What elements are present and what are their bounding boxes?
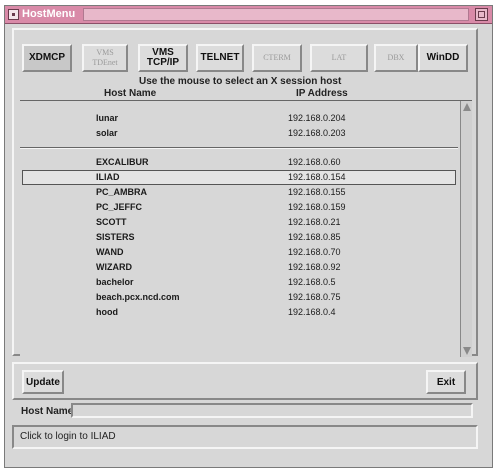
instruction-text: Use the mouse to select an X session hos… [139,76,342,87]
host-row[interactable]: bachelor 192.168.0.5 [20,275,458,290]
host-name-cell: SISTERS [96,232,135,242]
host-name-cell: lunar [96,113,119,123]
exit-button[interactable]: Exit [426,370,466,394]
window-menu-icon[interactable] [8,9,19,20]
protocol-button-dbx: DBX [374,44,418,72]
host-name-cell: PC_JEFFC [96,202,143,212]
list-separator [20,147,458,149]
host-name-cell: SCOTT [96,217,127,227]
host-selection-panel: XDMCP VMS TDEnet VMS TCP/IP TELNET CTERM LAT DBX… [12,28,478,357]
host-row[interactable]: EXCALIBUR 192.168.0.60 [20,155,458,170]
update-button[interactable]: Update [22,370,64,394]
list-scrollbar[interactable] [460,101,472,357]
protocol-button-lat: LAT [310,44,368,72]
host-row[interactable]: solar 192.168.0.203 [20,126,458,141]
host-row[interactable]: WIZARD 192.168.0.92 [20,260,458,275]
host-name-cell: beach.pcx.ncd.com [96,292,180,302]
host-name-label: Host Name [21,406,74,417]
scroll-down-arrow-icon[interactable] [463,347,471,355]
action-panel: Update Exit [12,362,478,400]
title-bar[interactable]: HostMenu [5,6,492,24]
ip-address-cell: 192.168.0.5 [288,277,336,287]
host-row[interactable]: WAND 192.168.0.70 [20,245,458,260]
maximize-icon[interactable] [475,8,488,21]
host-row[interactable]: PC_AMBRA 192.168.0.155 [20,185,458,200]
column-header-host-name: Host Name [104,88,157,99]
host-name-input[interactable] [71,403,473,418]
host-row[interactable]: beach.pcx.ncd.com 192.168.0.75 [20,290,458,305]
protocol-button-xdmcp[interactable]: XDMCP [22,44,72,72]
host-name-cell: PC_AMBRA [96,187,148,197]
host-name-cell: WIZARD [96,262,132,272]
host-row[interactable]: hood 192.168.0.4 [20,305,458,320]
host-name-cell: EXCALIBUR [96,157,149,167]
host-name-cell: bachelor [96,277,134,287]
host-row-selected[interactable]: ILIAD 192.168.0.154 [22,170,456,185]
host-row[interactable]: SCOTT 192.168.0.21 [20,215,458,230]
column-header-ip-address: IP Address [296,88,348,99]
protocol-button-vms-tcpip[interactable]: VMS TCP/IP [138,44,188,72]
ip-address-cell: 192.168.0.75 [288,292,341,302]
ip-address-cell: 192.168.0.60 [288,157,341,167]
host-row[interactable]: SISTERS 192.168.0.85 [20,230,458,245]
host-row[interactable]: lunar 192.168.0.204 [20,111,458,126]
ip-address-cell: 192.168.0.85 [288,232,341,242]
host-name-cell: ILIAD [96,172,120,182]
ip-address-cell: 192.168.0.155 [288,187,346,197]
ip-address-cell: 192.168.0.159 [288,202,346,212]
ip-address-cell: 192.168.0.92 [288,262,341,272]
ip-address-cell: 192.168.0.204 [288,113,346,123]
host-name-cell: hood [96,307,118,317]
protocol-button-cterm: CTERM [252,44,302,72]
host-name-cell: solar [96,128,118,138]
ip-address-cell: 192.168.0.203 [288,128,346,138]
protocol-button-vms-tdenet: VMS TDEnet [82,44,128,72]
protocol-button-windd[interactable]: WinDD [418,44,468,72]
scroll-up-arrow-icon[interactable] [463,103,471,111]
ip-address-cell: 192.168.0.21 [288,217,341,227]
protocol-button-telnet[interactable]: TELNET [196,44,244,72]
status-bar: Click to login to ILIAD [12,425,478,449]
title-bar-drag-area[interactable] [83,8,469,21]
host-list[interactable]: lunar 192.168.0.204 solar 192.168.0.203 EXCA… [20,100,472,357]
window-title: HostMenu [22,8,76,20]
ip-address-cell: 192.168.0.70 [288,247,341,257]
host-name-cell: WAND [96,247,124,257]
ip-address-cell: 192.168.0.4 [288,307,336,317]
host-row[interactable]: PC_JEFFC 192.168.0.159 [20,200,458,215]
ip-address-cell: 192.168.0.154 [288,172,346,182]
